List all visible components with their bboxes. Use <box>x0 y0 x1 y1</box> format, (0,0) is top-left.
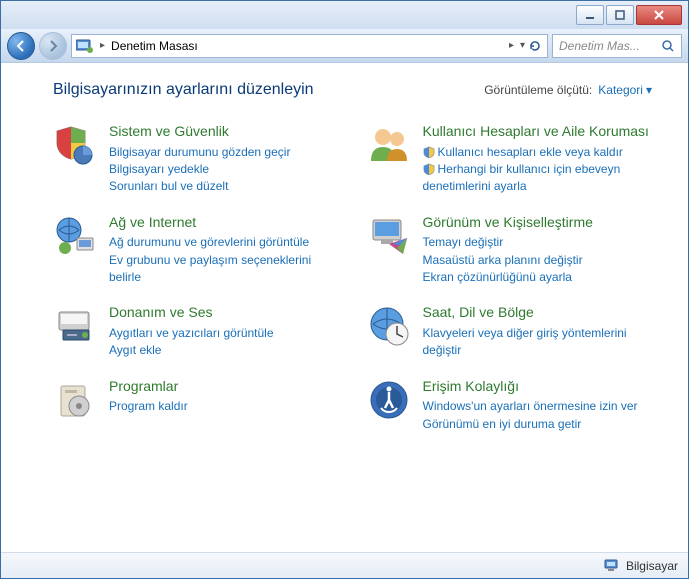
window: ▸ Denetim Masası ▸ ▾ Denetim Mas... Bilg… <box>0 0 689 579</box>
group-link[interactable]: Klavyeleri veya diğer giriş yöntemlerini… <box>423 325 653 360</box>
search-placeholder: Denetim Mas... <box>559 39 640 53</box>
search-input[interactable]: Denetim Mas... <box>552 34 682 58</box>
group-programs: Programlar Program kaldır <box>53 378 339 422</box>
group-hardware: Donanım ve Ses Aygıtları ve yazıcıları g… <box>53 304 339 359</box>
view-control: Görüntüleme ölçütü: Kategori ▾ <box>484 83 652 97</box>
view-value: Kategori <box>598 83 643 97</box>
breadcrumb-root[interactable]: Denetim Masası <box>111 39 503 53</box>
chevron-right-icon: ▸ <box>509 40 514 51</box>
users-icon <box>367 123 411 167</box>
view-dropdown[interactable]: Kategori ▾ <box>598 83 652 97</box>
maximize-button[interactable] <box>606 5 634 25</box>
clock-icon <box>367 304 411 348</box>
search-icon <box>661 39 675 53</box>
group-link[interactable]: Ekran çözünürlüğünü ayarla <box>423 269 653 286</box>
network-icon <box>53 214 97 258</box>
computer-icon <box>604 559 620 573</box>
group-system-security: Sistem ve Güvenlik Bilgisayar durumunu g… <box>53 123 339 196</box>
group-title[interactable]: Donanım ve Ses <box>109 304 339 322</box>
minimize-button[interactable] <box>576 5 604 25</box>
ease-of-access-icon <box>367 378 411 422</box>
group-link[interactable]: Temayı değiştir <box>423 234 653 251</box>
statusbar: Bilgisayar <box>1 552 688 578</box>
group-link[interactable]: Görünümü en iyi duruma getir <box>423 416 653 433</box>
group-link[interactable]: Masaüstü arka planını değiştir <box>423 252 653 269</box>
page-title: Bilgisayarınızın ayarlarını düzenleyin <box>53 81 314 99</box>
group-link[interactable]: Sorunları bul ve düzelt <box>109 178 339 195</box>
group-link[interactable]: Kullanıcı hesapları ekle veya kaldır <box>423 144 653 161</box>
group-title[interactable]: Görünüm ve Kişiselleştirme <box>423 214 653 232</box>
left-column: Sistem ve Güvenlik Bilgisayar durumunu g… <box>53 123 339 433</box>
chevron-down-icon: ▾ <box>646 83 652 97</box>
group-link[interactable]: Bilgisayar durumunu gözden geçir <box>109 144 339 161</box>
programs-icon <box>53 378 97 422</box>
system-security-icon <box>53 123 97 167</box>
group-title[interactable]: Ağ ve Internet <box>109 214 339 232</box>
hardware-icon <box>53 304 97 348</box>
group-link[interactable]: Program kaldır <box>109 398 339 415</box>
dropdown-icon[interactable]: ▾ <box>520 40 525 51</box>
content-area: Bilgisayarınızın ayarlarını düzenleyin G… <box>1 63 688 552</box>
view-label: Görüntüleme ölçütü: <box>484 83 592 97</box>
group-link[interactable]: Ev grubunu ve paylaşım seçeneklerini bel… <box>109 252 339 287</box>
group-ease: Erişim Kolaylığı Windows'un ayarları öne… <box>367 378 653 433</box>
appearance-icon <box>367 214 411 258</box>
titlebar <box>1 1 688 29</box>
forward-button[interactable] <box>39 32 67 60</box>
group-title[interactable]: Erişim Kolaylığı <box>423 378 653 396</box>
back-button[interactable] <box>7 32 35 60</box>
group-link[interactable]: Windows'un ayarları önermesine izin ver <box>423 398 653 415</box>
group-link[interactable]: Herhangi bir kullanıcı için ebeveyn dene… <box>423 161 653 196</box>
close-button[interactable] <box>636 5 682 25</box>
shield-icon <box>423 163 435 175</box>
group-title[interactable]: Saat, Dil ve Bölge <box>423 304 653 322</box>
status-text: Bilgisayar <box>626 559 678 573</box>
group-link[interactable]: Aygıtları ve yazıcıları görüntüle <box>109 325 339 342</box>
group-link[interactable]: Aygıt ekle <box>109 342 339 359</box>
shield-icon <box>423 146 435 158</box>
group-title[interactable]: Programlar <box>109 378 339 396</box>
group-network: Ağ ve Internet Ağ durumunu ve görevlerin… <box>53 214 339 287</box>
group-link[interactable]: Bilgisayarı yedekle <box>109 161 339 178</box>
group-appearance: Görünüm ve Kişiselleştirme Temayı değişt… <box>367 214 653 287</box>
group-title[interactable]: Sistem ve Güvenlik <box>109 123 339 141</box>
group-title[interactable]: Kullanıcı Hesapları ve Aile Koruması <box>423 123 653 141</box>
chevron-right-icon: ▸ <box>100 40 105 51</box>
address-bar[interactable]: ▸ Denetim Masası ▸ ▾ <box>71 34 548 58</box>
group-link[interactable]: Ağ durumunu ve görevlerini görüntüle <box>109 234 339 251</box>
group-clock: Saat, Dil ve Bölge Klavyeleri veya diğer… <box>367 304 653 359</box>
control-panel-icon <box>76 38 94 54</box>
refresh-icon[interactable] <box>527 38 543 54</box>
right-column: Kullanıcı Hesapları ve Aile Koruması Kul… <box>367 123 653 433</box>
group-users: Kullanıcı Hesapları ve Aile Koruması Kul… <box>367 123 653 196</box>
navbar: ▸ Denetim Masası ▸ ▾ Denetim Mas... <box>1 29 688 63</box>
